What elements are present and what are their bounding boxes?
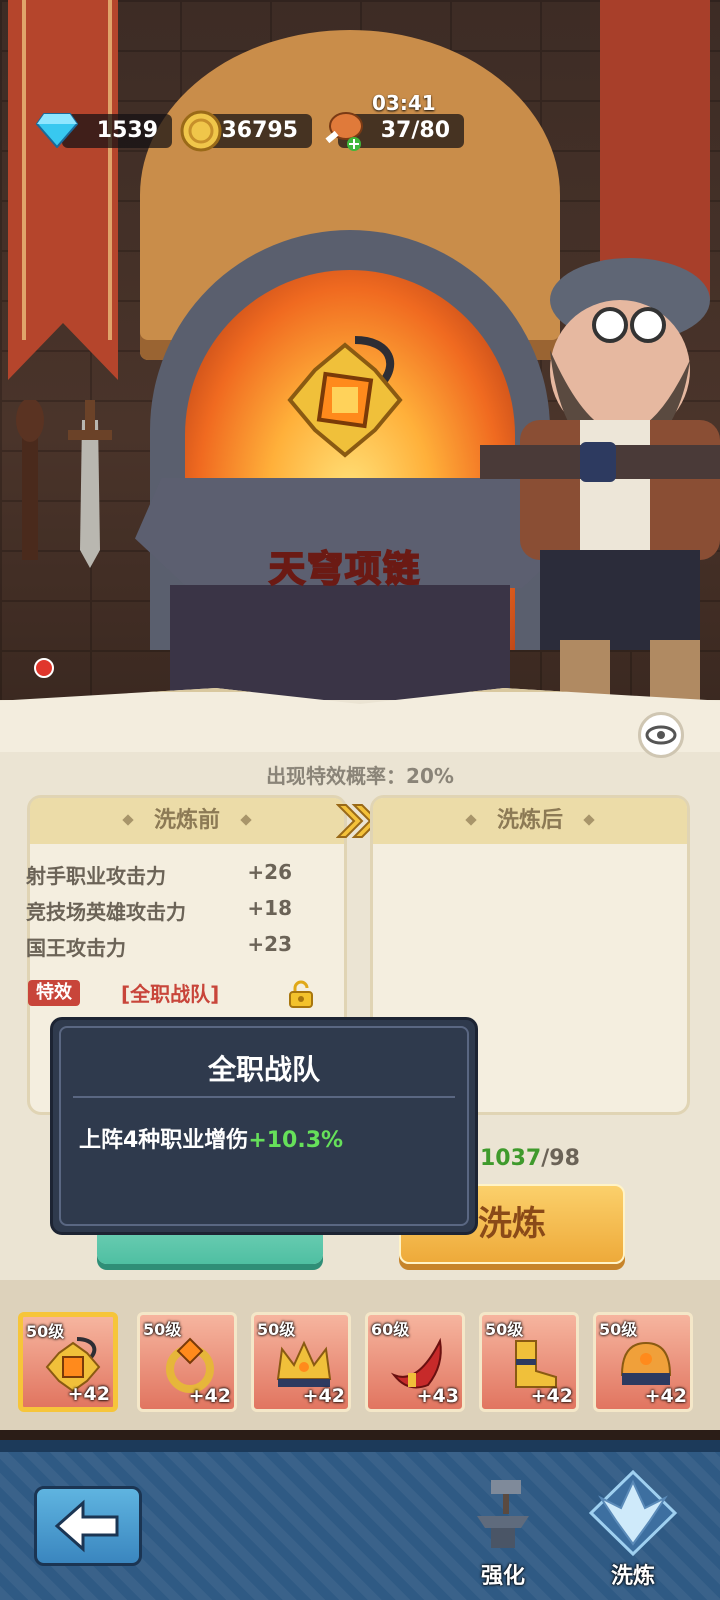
- special-effect-name[interactable]: [全职战队]: [121, 978, 219, 1007]
- equipment-slot-amulet[interactable]: 50级 +42: [18, 1312, 118, 1412]
- stamina-timer: 03:41: [372, 91, 436, 115]
- coin-icon: [180, 110, 222, 152]
- stat-name: 射手职业攻击力: [26, 864, 166, 888]
- nav-enhance-tab[interactable]: 强化: [448, 1468, 558, 1596]
- diamond-icon: [36, 113, 78, 148]
- slot-plus: +42: [188, 1385, 231, 1407]
- stat-name: 竞技场英雄攻击力: [26, 900, 186, 924]
- slot-plus: +42: [302, 1385, 345, 1407]
- wooden-post-icon: [16, 400, 44, 560]
- stat-value: +18: [247, 896, 292, 920]
- stat-row: 国王攻击力 +23: [26, 932, 292, 961]
- cost-need: /98: [541, 1146, 580, 1171]
- tooltip-description: 上阵4种职业增伤+10.3%: [79, 1122, 343, 1154]
- refine-button-label: 洗炼: [478, 1204, 546, 1244]
- blacksmith-dwarf-icon: [480, 258, 720, 700]
- equipment-slot-ring[interactable]: 50级 +42: [137, 1312, 237, 1412]
- amulet-icon: [287, 336, 403, 458]
- slot-plus: +43: [416, 1385, 459, 1407]
- eye-icon: [645, 725, 677, 745]
- equipment-slot-boots[interactable]: 50级 +42: [479, 1312, 579, 1412]
- back-button[interactable]: [34, 1486, 142, 1566]
- nav-enhance-label: 强化: [480, 1564, 525, 1589]
- gems-value: 1539: [96, 118, 158, 143]
- notification-dot: [34, 658, 54, 678]
- special-rate-text: 出现特效概率：20%: [266, 764, 454, 788]
- special-tag: 特效: [28, 980, 80, 1006]
- stat-row: 竞技场英雄攻击力 +18: [26, 896, 292, 925]
- stat-row: 射手职业攻击力 +26: [26, 860, 292, 889]
- unlock-icon[interactable]: [288, 980, 314, 1008]
- nav-refine-tab[interactable]: 洗炼: [578, 1468, 688, 1596]
- coins-value: 36795: [221, 118, 298, 143]
- gems-counter[interactable]: 1539: [62, 114, 172, 148]
- before-title: 洗炼前: [153, 808, 220, 833]
- after-header: 洗炼后: [373, 798, 687, 844]
- equipment-slot-horn[interactable]: 60级 +43: [365, 1312, 465, 1412]
- preview-eye-button[interactable]: [638, 712, 684, 758]
- slot-plus: +42: [67, 1383, 110, 1405]
- tooltip-divider: [73, 1096, 455, 1098]
- tooltip-desc-text: 上阵4种职业增伤: [79, 1128, 249, 1153]
- anvil-hammer-icon: [477, 1480, 529, 1548]
- slot-plus: +42: [530, 1385, 573, 1407]
- stamina-value: 37/80: [380, 118, 450, 143]
- equipment-slot-crown[interactable]: 50级 +42: [251, 1312, 351, 1412]
- refine-crystal-icon: [588, 1469, 678, 1557]
- stat-name: 国王攻击力: [26, 936, 126, 960]
- special-effect-tooltip: 全职战队 上阵4种职业增伤+10.3%: [50, 1017, 478, 1235]
- stat-value: +23: [247, 932, 292, 956]
- before-header: 洗炼前: [30, 798, 344, 844]
- cost-have: 1037: [480, 1146, 542, 1171]
- equipment-slot-helmet[interactable]: 50级 +42: [593, 1312, 693, 1412]
- slot-plus: +42: [644, 1385, 687, 1407]
- tooltip-desc-value: +10.3%: [248, 1128, 344, 1153]
- tooltip-title: 全职战队: [207, 1053, 320, 1086]
- left-banner: [8, 0, 118, 380]
- meat-stamina-icon: [325, 112, 363, 151]
- refine-cost: 1037/98: [480, 1146, 580, 1171]
- nav-refine-label: 洗炼: [610, 1564, 655, 1589]
- back-arrow-icon: [54, 1499, 119, 1553]
- after-title: 洗炼后: [496, 808, 563, 833]
- stat-value: +26: [247, 860, 292, 884]
